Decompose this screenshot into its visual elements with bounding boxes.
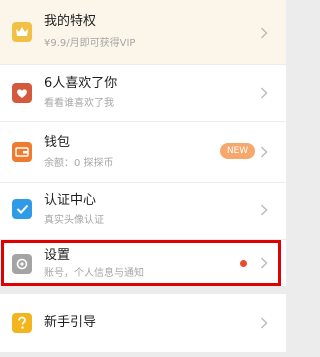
menu-item-likes[interactable]: 6人喜欢了你 看看谁喜欢了我 bbox=[0, 65, 286, 121]
menu-item-settings[interactable]: 设置 账号，个人信息与通知 bbox=[0, 240, 286, 286]
question-icon bbox=[12, 313, 32, 333]
chevron-right-icon bbox=[260, 204, 268, 216]
menu-item-subtitle: 真实头像认证 bbox=[44, 215, 104, 226]
gear-icon bbox=[12, 254, 32, 274]
wallet-icon bbox=[12, 142, 32, 162]
menu-item-subtitle: 看看谁喜欢了我 bbox=[44, 98, 114, 109]
chevron-right-icon bbox=[260, 87, 268, 99]
menu-item-subtitle: 账号，个人信息与通知 bbox=[44, 268, 144, 279]
menu-item-verify[interactable]: 认证中心 真实头像认证 bbox=[0, 183, 286, 239]
menu-item-title: 新手引导 bbox=[44, 315, 97, 330]
notification-dot bbox=[240, 260, 247, 267]
menu-item-subtitle: ¥9.9/月即可获得VIP bbox=[44, 38, 136, 49]
chevron-right-icon bbox=[260, 27, 268, 39]
menu-item-guide[interactable]: 新手引导 bbox=[0, 294, 286, 352]
menu-item-vip[interactable]: 我的特权 ¥9.9/月即可获得VIP bbox=[0, 0, 286, 64]
heart-icon bbox=[12, 83, 32, 103]
menu-item-title: 6人喜欢了你 bbox=[44, 76, 118, 91]
menu-item-wallet[interactable]: 钱包 余额：0 探探币 NEW bbox=[0, 122, 286, 182]
profile-menu-page: 我的特权 ¥9.9/月即可获得VIP 6人喜欢了你 看看谁喜欢了我 钱包 余额：… bbox=[0, 0, 286, 357]
menu-item-subtitle: 余额：0 探探币 bbox=[44, 158, 114, 169]
menu-item-title: 设置 bbox=[44, 248, 71, 263]
new-badge: NEW bbox=[220, 143, 255, 159]
chevron-right-icon bbox=[260, 317, 268, 329]
chevron-right-icon bbox=[260, 146, 268, 158]
menu-item-title: 钱包 bbox=[44, 135, 71, 150]
chevron-right-icon bbox=[260, 257, 268, 269]
menu-item-title: 我的特权 bbox=[44, 14, 97, 29]
crown-icon bbox=[12, 22, 32, 42]
check-icon bbox=[12, 199, 32, 219]
menu-item-title: 认证中心 bbox=[44, 193, 97, 208]
